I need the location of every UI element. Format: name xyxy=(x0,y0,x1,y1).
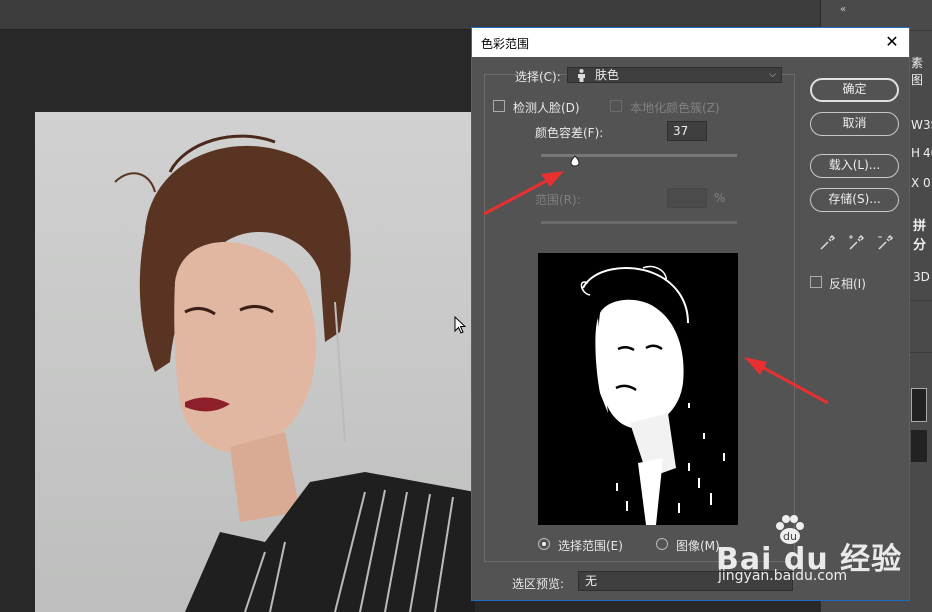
selection-preview-value: 无 xyxy=(585,574,598,588)
close-icon[interactable]: ✕ xyxy=(883,33,901,51)
fuzziness-label: 颜色容差(F): xyxy=(535,126,604,140)
fuzziness-input[interactable]: 37 xyxy=(667,121,707,141)
ok-button[interactable]: 确定 xyxy=(810,78,899,102)
selection-preview[interactable] xyxy=(538,253,738,525)
eyedropper-plus-icon[interactable] xyxy=(847,234,865,252)
dialog-title-bar[interactable]: 色彩范围 ✕ xyxy=(472,28,909,57)
range-input[interactable] xyxy=(667,188,707,208)
panel-text: H xyxy=(911,146,921,160)
panel-text: 0. xyxy=(923,176,932,190)
load-button[interactable]: 载入(L)... xyxy=(810,154,899,178)
detect-faces-checkbox[interactable] xyxy=(493,100,505,112)
person-icon xyxy=(578,69,585,82)
detect-faces-label: 检测人脸(D) xyxy=(513,101,580,115)
canvas-photo xyxy=(35,112,475,612)
view-selection-radio[interactable] xyxy=(538,538,550,550)
localized-clusters-label: 本地化颜色簇(Z) xyxy=(630,101,720,115)
range-unit: % xyxy=(714,191,726,205)
localized-clusters-checkbox[interactable] xyxy=(610,100,622,112)
baidu-watermark: du Bai du 经验 jingyan.baidu.com xyxy=(716,512,901,592)
range-slider-track[interactable] xyxy=(541,221,737,224)
ps-options-bar xyxy=(0,0,932,30)
view-image-radio[interactable] xyxy=(656,538,668,550)
panel-text: 40 xyxy=(923,146,932,160)
watermark-url: jingyan.baidu.com xyxy=(718,568,848,584)
panel-text: X xyxy=(911,176,920,190)
panel-text: 3D xyxy=(913,270,930,284)
selection-mask-image xyxy=(580,265,725,525)
panel-text: W xyxy=(911,118,923,132)
selection-preview-label: 选区预览: xyxy=(512,577,565,591)
eyedropper-minus-icon[interactable] xyxy=(876,234,894,252)
fuzziness-slider-thumb[interactable] xyxy=(569,155,581,167)
collapse-panel-icon[interactable]: « xyxy=(840,4,846,15)
panel-text: 素图 xyxy=(911,56,924,87)
mouse-cursor-icon xyxy=(454,316,467,334)
cancel-button[interactable]: 取消 xyxy=(810,112,899,136)
save-button[interactable]: 存储(S)... xyxy=(810,188,899,212)
panel-text: 3S xyxy=(923,118,932,132)
layer-thumbnail[interactable] xyxy=(911,430,927,462)
invert-checkbox[interactable] xyxy=(810,276,822,288)
panel-text: 拼分 xyxy=(913,219,927,253)
layer-thumbnail[interactable] xyxy=(911,388,927,422)
select-value: 肤色 xyxy=(595,68,620,82)
view-selection-label: 选择范围(E) xyxy=(558,539,623,553)
invert-label: 反相(I) xyxy=(829,277,866,291)
dialog-title: 色彩范围 xyxy=(481,37,530,51)
portrait-image xyxy=(114,134,475,612)
eyedropper-icon[interactable] xyxy=(818,234,836,252)
select-label: 选择(C): xyxy=(515,70,561,84)
chevron-down-icon: ⌵ xyxy=(769,70,776,80)
range-label: 范围(R): xyxy=(535,193,581,207)
select-dropdown[interactable]: 肤色 ⌵ xyxy=(567,67,782,83)
view-image-label: 图像(M) xyxy=(676,539,720,553)
